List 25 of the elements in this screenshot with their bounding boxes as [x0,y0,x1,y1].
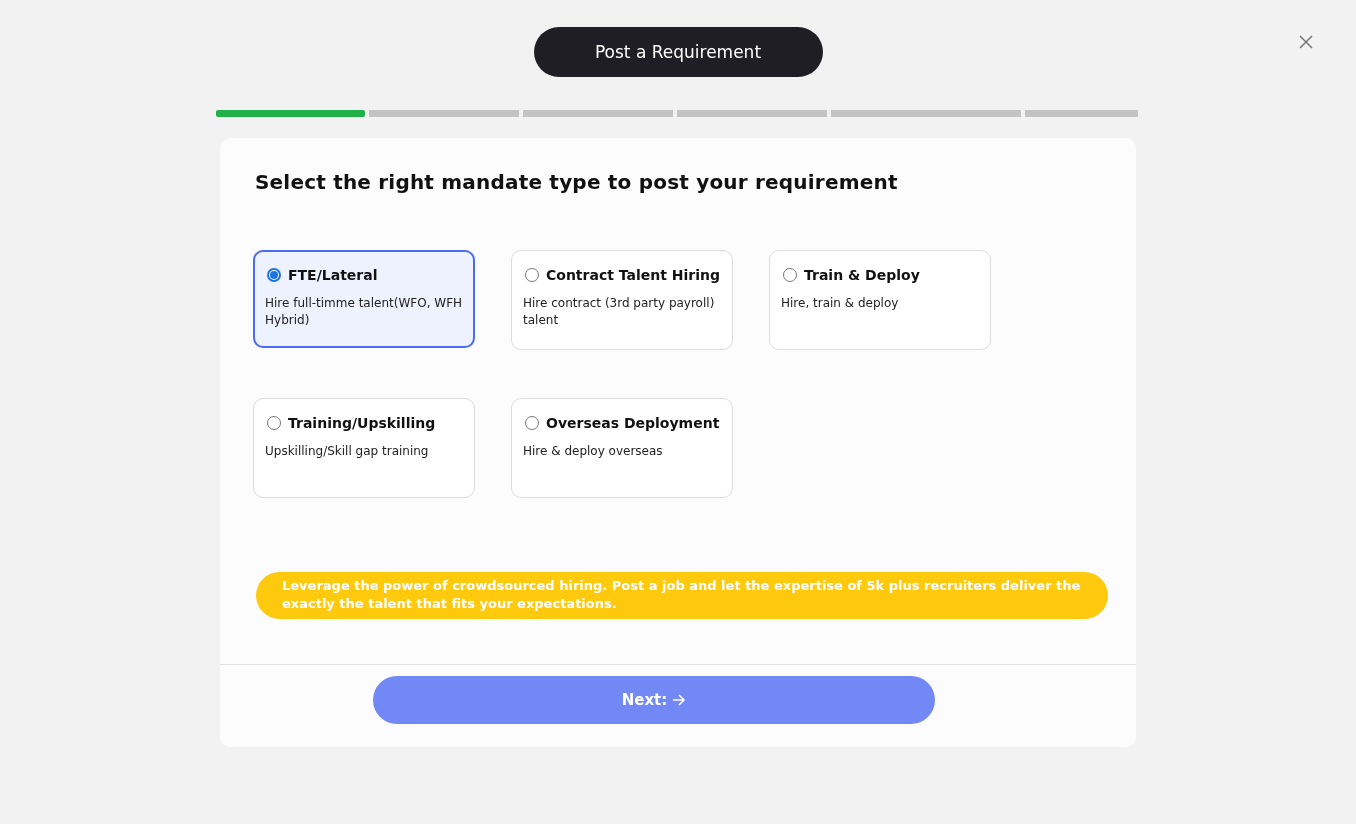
option-description: Upskilling/Skill gap training [265,443,430,460]
info-banner: Leverage the power of crowdsourced hiring. Post a job and let the expertise of 5k plus recruiters deliver the exactly the talent that fits your expectations. [256,572,1108,619]
page-title: Post a Requirement [533,27,823,77]
option-title: Train & Deploy [804,267,920,283]
option-title: FTE/Lateral [288,267,378,283]
radio-button[interactable] [783,268,797,282]
option-title: Overseas Deployment [546,415,720,431]
close-icon[interactable] [1298,34,1314,50]
mandate-option-card[interactable]: Training/Upskilling Upskilling/Skill gap training [253,398,475,498]
arrow-right-icon [672,693,687,707]
mandate-option-card[interactable]: Contract Talent Hiring Hire contract (3rd party payroll) talent [511,250,733,350]
option-title: Contract Talent Hiring [546,267,720,283]
radio-button[interactable] [267,268,281,282]
radio-button[interactable] [525,268,539,282]
section-heading: Select the right mandate type to post your requirement [255,170,899,194]
option-description: Hire contract (3rd party payroll) talent [523,295,716,329]
option-description: Hire, train & deploy [781,295,900,312]
radio-button[interactable] [267,416,281,430]
option-description: Hire & deploy overseas [523,443,664,460]
option-description: Hire full-timme talent(WFO, WFH Hybrid) [265,295,463,329]
option-title: Training/Upskilling [288,415,436,431]
radio-button[interactable] [525,416,539,430]
mandate-option-card[interactable]: Overseas Deployment Hire & deploy overseas [511,398,733,498]
mandate-option-card[interactable]: FTE/Lateral Hire full-timme talent(WFO, WFH Hybrid) [253,250,475,348]
mandate-option-card[interactable]: Train & Deploy Hire, train & deploy [769,250,991,350]
